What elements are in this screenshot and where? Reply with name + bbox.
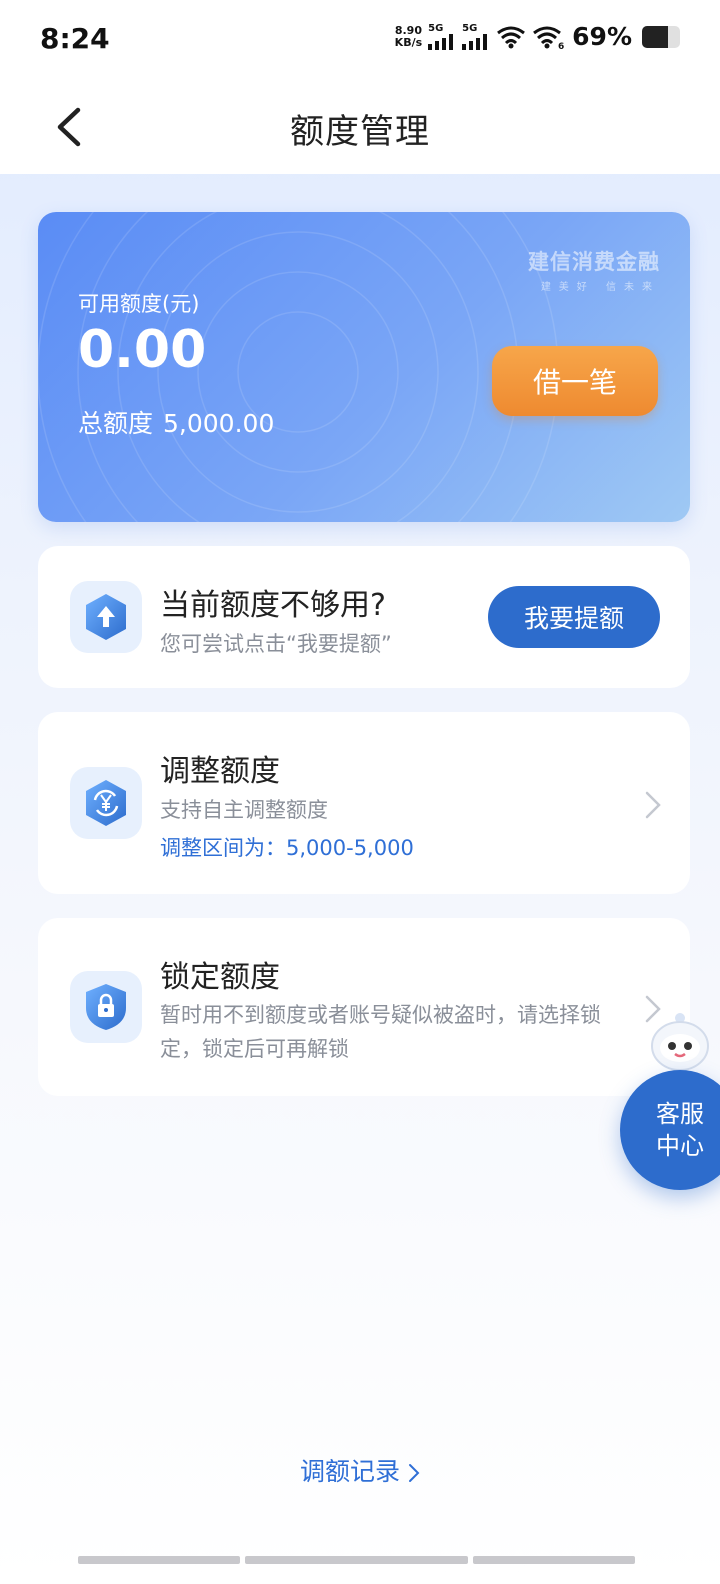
chevron-right-icon [409,1464,420,1482]
signal-bars-icon [428,33,454,50]
adjust-limit-panel[interactable]: 调整额度 支持自主调整额度 调整区间为：5,000-5,000 [38,712,690,894]
net-speed-value: 8.90 [394,23,422,37]
brand-logo: 建信消费金融 建美好 信未来 [528,246,660,293]
adjust-subtitle: 支持自主调整额度 [160,798,328,822]
mascot-robot-icon[interactable] [646,1010,714,1074]
credit-card: 建信消费金融 建美好 信未来 可用额度(元) 0.00 总额度 5,000.00 … [38,212,690,522]
nav-bar-segment [245,1556,468,1564]
adjust-records-link[interactable]: 调额记录 [0,1452,720,1488]
records-link-label: 调额记录 [299,1457,400,1486]
adjust-range: 调整区间为：5,000-5,000 [160,836,414,860]
signal-2: 5G [462,22,490,50]
wifi-icon: 6 [533,26,564,49]
status-bar: 8:24 8.90 KB/s 5G 5G 6 69% [0,0,720,80]
borrow-button[interactable]: 借一笔 [492,346,658,416]
signal-1-label: 5G [428,22,444,34]
status-indicators: 8.90 KB/s 5G 5G 6 69% [395,22,680,51]
page-title: 额度管理 [290,112,430,152]
header: 额度管理 [0,80,720,174]
battery-fill [642,25,669,48]
lock-icon-tile [70,971,142,1043]
net-speed: 8.90 KB/s [394,23,423,49]
signal-1: 5G [428,22,456,50]
adjust-icon-tile [70,767,142,839]
up-arrow-hexagon-icon [86,594,126,640]
status-time: 8:24 [40,22,110,55]
brand-slogan: 建美好 信未来 [540,282,660,293]
total-label: 总额度 [78,409,154,438]
battery-icon [642,25,680,48]
yen-refresh-hexagon-icon [86,780,126,826]
wifi-icon [497,26,526,48]
raise-limit-button[interactable]: 我要提额 [488,586,660,648]
lock-title: 锁定额度 [160,960,280,995]
battery-percent: 69% [572,22,632,51]
raise-limit-panel: 当前额度不够用? 您可尝试点击“我要提额” 我要提额 [38,546,690,688]
net-speed-unit: KB/s [394,35,423,49]
brand-name: 建信消费金融 [528,250,660,274]
signal-bars-icon [462,33,488,50]
raise-icon-tile [70,581,142,653]
available-label: 可用额度(元) [78,292,200,316]
lock-shield-icon [86,984,126,1030]
nav-bar-segment [78,1556,240,1564]
adjust-title: 调整额度 [160,754,280,789]
available-value: 0.00 [78,320,207,380]
lock-description: 暂时用不到额度或者账号疑似被盗时，请选择锁定，锁定后可再解锁 [160,1003,601,1061]
lock-limit-panel[interactable]: 锁定额度 暂时用不到额度或者账号疑似被盗时，请选择锁定，锁定后可再解锁 [38,918,690,1096]
total-value: 5,000.00 [163,409,275,438]
signal-2-label: 5G [462,22,478,34]
chevron-right-icon [645,791,661,819]
raise-title: 当前额度不够用? [160,588,386,623]
svg-text:6: 6 [558,42,564,49]
customer-service-label: 客服中心 [656,1100,704,1160]
total-line: 总额度 5,000.00 [78,404,284,440]
raise-subtitle: 您可尝试点击“我要提额” [160,632,392,656]
nav-bar-segment [473,1556,635,1564]
